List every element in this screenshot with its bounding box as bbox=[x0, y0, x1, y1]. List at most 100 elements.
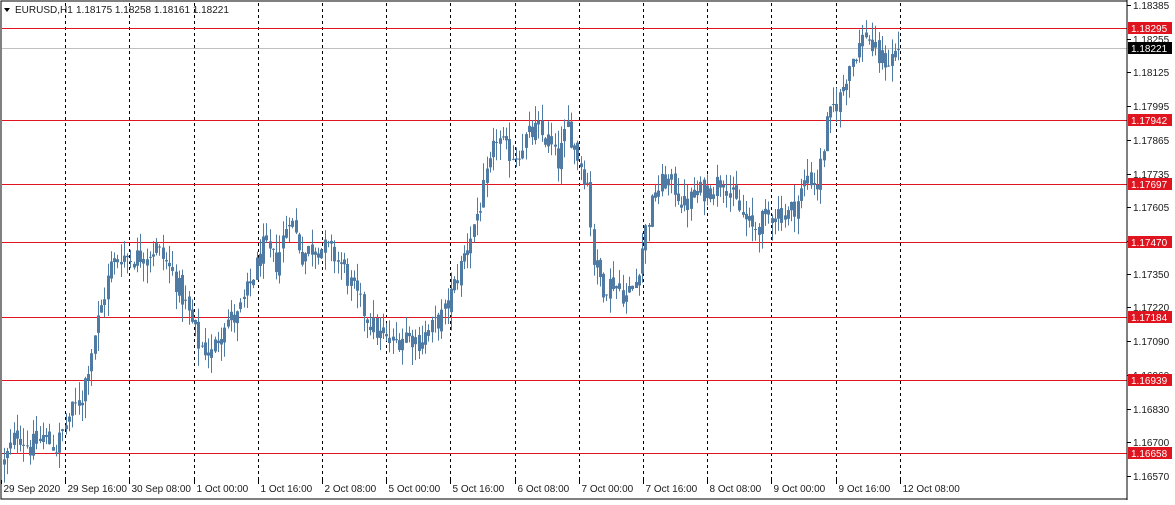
candle-body bbox=[61, 429, 64, 432]
candle-body bbox=[278, 252, 281, 276]
level-price-label: 1.16658 bbox=[1131, 449, 1168, 460]
candle-body bbox=[800, 188, 803, 201]
candle-body bbox=[495, 141, 498, 143]
candle-body bbox=[382, 327, 385, 334]
candle-body bbox=[259, 253, 262, 267]
candle-body bbox=[897, 49, 900, 51]
candle-body bbox=[282, 235, 285, 249]
candle-body bbox=[223, 327, 226, 343]
time-tick-label: 1 Oct 00:00 bbox=[197, 484, 249, 495]
candle-body bbox=[288, 224, 291, 227]
chart-window[interactable]: 1.18385 1.18255 1.18125 1.17995 1.17865 1.177… bbox=[0, 0, 1175, 500]
candle-body bbox=[45, 435, 48, 437]
candle[interactable] bbox=[320, 248, 323, 260]
candle-body bbox=[453, 279, 456, 291]
candle-body bbox=[699, 181, 702, 193]
candle-body bbox=[392, 336, 395, 341]
candle-body bbox=[165, 260, 168, 262]
candle-body bbox=[525, 134, 528, 148]
candle-body bbox=[489, 158, 492, 168]
price-chart[interactable]: 1.183851.182551.181251.179951.178651.177… bbox=[0, 0, 1175, 500]
candle-body bbox=[110, 261, 113, 279]
candle-body bbox=[158, 246, 161, 248]
candle-body bbox=[330, 240, 333, 244]
level-price-label: 1.18295 bbox=[1131, 24, 1168, 35]
time-tick-label: 1 Oct 16:00 bbox=[261, 484, 313, 495]
candle-body bbox=[100, 305, 103, 313]
candle-body bbox=[395, 339, 398, 341]
candle-body bbox=[499, 138, 502, 144]
candle-body bbox=[379, 330, 382, 338]
candle-body bbox=[823, 151, 826, 161]
candle-body bbox=[486, 168, 489, 183]
candle-body bbox=[152, 254, 155, 257]
candle-body bbox=[74, 402, 77, 404]
candle-body bbox=[554, 144, 557, 147]
candle-body bbox=[816, 184, 819, 190]
candle-body bbox=[155, 243, 158, 253]
candle-body bbox=[191, 309, 194, 322]
candle-body bbox=[858, 43, 861, 58]
candle-body bbox=[175, 271, 178, 293]
candle-body bbox=[738, 200, 741, 211]
candle-body bbox=[852, 58, 855, 67]
candle-body bbox=[654, 192, 657, 198]
candle-body bbox=[793, 201, 796, 217]
candle-body bbox=[751, 215, 754, 227]
candle-body bbox=[622, 290, 625, 304]
candle-body bbox=[210, 349, 213, 358]
candle-body bbox=[531, 126, 534, 138]
candle-body bbox=[683, 195, 686, 206]
candle-body bbox=[537, 121, 540, 125]
candle-body bbox=[22, 444, 25, 446]
candle-body bbox=[427, 330, 430, 336]
candle-body bbox=[641, 248, 644, 274]
time-tick-label: 7 Oct 00:00 bbox=[582, 484, 634, 495]
candle-body bbox=[754, 228, 757, 230]
price-tick-label: 1.17995 bbox=[1133, 102, 1170, 113]
candle-body bbox=[311, 244, 314, 255]
candle-body bbox=[162, 247, 165, 259]
candle-body bbox=[285, 229, 288, 238]
candle-body bbox=[576, 142, 579, 161]
time-tick-label: 9 Oct 16:00 bbox=[839, 484, 891, 495]
candle-body bbox=[265, 235, 268, 241]
candle-body bbox=[214, 339, 217, 352]
candle-body bbox=[333, 246, 336, 262]
candle-body bbox=[178, 278, 181, 296]
candle-body bbox=[891, 54, 894, 66]
candle-body bbox=[887, 65, 890, 67]
candle-body bbox=[217, 340, 220, 344]
ohlc-values: 1.18175 1.18258 1.18161 1.18221 bbox=[76, 5, 229, 16]
candle-body bbox=[771, 218, 774, 223]
candle-body bbox=[580, 163, 583, 168]
price-tick-label: 1.17350 bbox=[1133, 270, 1170, 281]
candle-body bbox=[479, 211, 482, 213]
candle-body bbox=[149, 256, 152, 258]
candle-body bbox=[327, 242, 330, 244]
candle-body bbox=[560, 142, 563, 170]
candle-body bbox=[68, 416, 71, 422]
candle-body bbox=[878, 40, 881, 64]
candle-body bbox=[502, 136, 505, 138]
candle-body bbox=[612, 277, 615, 290]
candle-body bbox=[65, 425, 68, 430]
candle-body bbox=[625, 295, 628, 302]
candle-body bbox=[703, 179, 706, 202]
candle-body bbox=[188, 296, 191, 311]
candle[interactable] bbox=[651, 194, 654, 228]
candle-body bbox=[19, 438, 22, 445]
candle-body bbox=[644, 225, 647, 251]
candle[interactable] bbox=[826, 112, 829, 152]
time-tick-label: 5 Oct 00:00 bbox=[389, 484, 441, 495]
candle-body bbox=[638, 275, 641, 286]
candle-body bbox=[81, 402, 84, 406]
candle-body bbox=[324, 239, 327, 253]
candle-body bbox=[829, 106, 832, 118]
candle-body bbox=[197, 321, 200, 349]
candle-body bbox=[686, 198, 689, 210]
candle-body bbox=[790, 201, 793, 211]
current-price-label: 1.18221 bbox=[1131, 44, 1168, 55]
candle-body bbox=[220, 338, 223, 345]
candle-body bbox=[534, 122, 537, 141]
